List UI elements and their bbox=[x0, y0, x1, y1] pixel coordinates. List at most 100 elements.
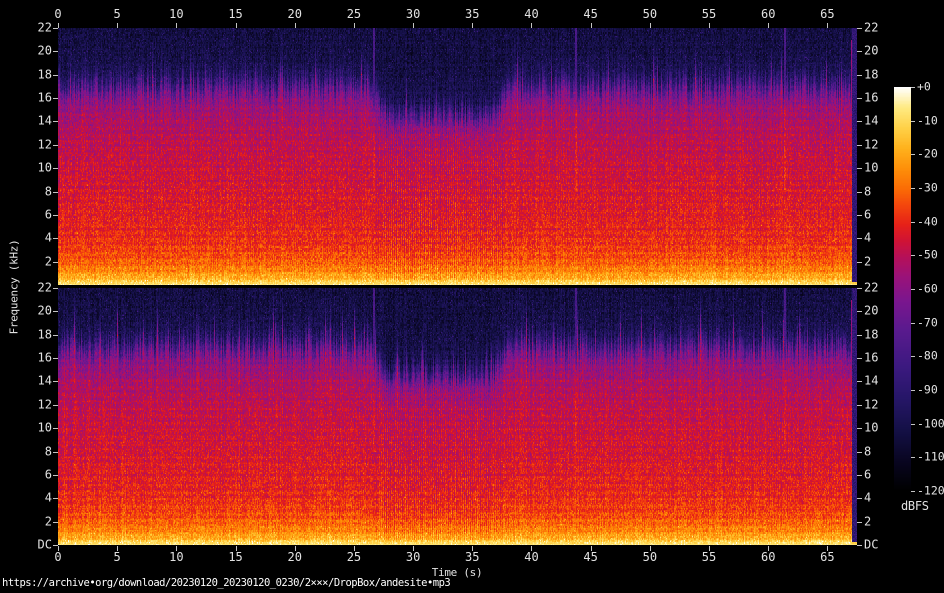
x-tick-label-bottom: 65 bbox=[820, 550, 835, 564]
x-tick-label-top: 5 bbox=[113, 7, 121, 21]
x-tick-mark-top bbox=[58, 23, 59, 28]
y-tick-label-left: 8 bbox=[44, 444, 52, 459]
y-tick-label-right: 10 bbox=[864, 160, 879, 175]
colorbar-tick-label: -30 bbox=[917, 180, 938, 195]
y-tick-mark-right bbox=[857, 451, 862, 453]
y-tick-label-left: 22 bbox=[37, 280, 52, 295]
colorbar-tick-mark bbox=[911, 255, 915, 257]
y-tick-label-right: 12 bbox=[864, 137, 879, 152]
x-tick-label-bottom: 60 bbox=[760, 550, 776, 564]
y-tick-mark-left bbox=[53, 474, 58, 476]
y-tick-label-left: 22 bbox=[37, 20, 52, 35]
x-tick-mark-bottom bbox=[472, 546, 474, 551]
y-tick-mark-right bbox=[857, 28, 862, 29]
colorbar-tick-label: -110 bbox=[917, 449, 944, 464]
y-tick-mark-left bbox=[53, 74, 58, 76]
y-tick-mark-left bbox=[53, 498, 58, 500]
y-tick-label-left: 16 bbox=[37, 90, 52, 105]
x-tick-label-bottom: 45 bbox=[583, 550, 598, 564]
y-tick-mark-right bbox=[857, 51, 862, 53]
x-tick-label-top: 50 bbox=[642, 7, 658, 21]
x-tick-label-bottom: 15 bbox=[228, 550, 243, 564]
y-tick-mark-left bbox=[53, 238, 58, 240]
colorbar-title: dBFS bbox=[901, 499, 929, 513]
y-tick-mark-left bbox=[53, 381, 58, 383]
y-tick-label-left: 18 bbox=[37, 327, 52, 342]
x-tick-label-top: 15 bbox=[228, 7, 243, 21]
x-tick-label-bottom: 25 bbox=[346, 550, 362, 564]
x-tick-label-top: 55 bbox=[701, 7, 717, 21]
y-tick-label-right: 22 bbox=[864, 20, 879, 35]
y-tick-mark-right bbox=[857, 358, 862, 360]
x-tick-mark-top bbox=[531, 23, 533, 28]
y-tick-label-right: 18 bbox=[864, 327, 879, 342]
x-tick-label-top: 20 bbox=[287, 7, 302, 21]
y-tick-mark-right bbox=[857, 311, 862, 313]
y-tick-mark-left bbox=[53, 168, 58, 170]
colorbar-tick-label: -40 bbox=[917, 214, 938, 229]
colorbar-tick-label: -60 bbox=[917, 281, 938, 296]
y-tick-label-left: 6 bbox=[44, 467, 52, 482]
x-tick-label-top: 45 bbox=[583, 7, 598, 21]
x-tick-label-top: 60 bbox=[760, 7, 776, 21]
y-tick-mark-left bbox=[53, 545, 58, 546]
colorbar-tick-mark bbox=[911, 154, 915, 156]
x-tick-mark-top bbox=[117, 23, 119, 28]
x-tick-label-bottom: 40 bbox=[524, 550, 539, 564]
y-tick-mark-right bbox=[857, 545, 862, 546]
y-tick-label-left: 4 bbox=[44, 230, 52, 245]
y-tick-mark-left bbox=[53, 451, 58, 453]
colorbar-tick-mark bbox=[911, 390, 915, 391]
colorbar bbox=[894, 87, 911, 491]
y-tick-label-right: 2 bbox=[864, 254, 872, 269]
x-tick-mark-bottom bbox=[235, 546, 237, 551]
x-tick-label-top: 30 bbox=[405, 7, 421, 21]
x-tick-mark-bottom bbox=[649, 546, 651, 551]
y-tick-mark-right bbox=[857, 214, 862, 216]
y-tick-mark-left bbox=[53, 358, 58, 360]
y-tick-mark-left bbox=[53, 121, 58, 123]
y-tick-mark-right bbox=[857, 474, 862, 476]
y-tick-mark-right bbox=[857, 144, 862, 146]
colorbar-tick-label: -120 bbox=[917, 483, 944, 498]
x-tick-mark-bottom bbox=[709, 546, 711, 551]
y-tick-label-left: 10 bbox=[37, 160, 52, 175]
colorbar-tick-mark bbox=[911, 87, 915, 88]
colorbar-tick-label: -20 bbox=[917, 146, 938, 161]
y-tick-label-left: 20 bbox=[37, 43, 52, 58]
y-tick-mark-left bbox=[53, 521, 58, 523]
x-tick-label-top: 65 bbox=[820, 7, 835, 21]
y-tick-mark-right bbox=[857, 288, 862, 289]
x-tick-label-top: 0 bbox=[54, 7, 62, 21]
y-tick-mark-left bbox=[53, 288, 58, 289]
y-tick-label-right: 18 bbox=[864, 67, 879, 82]
y-tick-label-right: 14 bbox=[864, 373, 879, 388]
y-tick-label-right: 4 bbox=[864, 490, 872, 505]
y-tick-mark-right bbox=[857, 74, 862, 76]
y-tick-label-left: 14 bbox=[37, 113, 52, 128]
y-tick-label-right: 16 bbox=[864, 90, 879, 105]
spectrogram-figure: 0 0 5 5 10 10 15 15 20 20 25 25 30 30 35 35 40 40 45 45 50 50… bbox=[0, 0, 944, 593]
x-tick-mark-bottom bbox=[117, 546, 119, 551]
colorbar-tick-mark bbox=[911, 289, 915, 290]
colorbar-tick-mark bbox=[911, 457, 915, 459]
y-tick-mark-right bbox=[857, 404, 862, 406]
x-tick-label-top: 25 bbox=[346, 7, 362, 21]
y-tick-label-left: 12 bbox=[37, 397, 52, 412]
y-tick-label-right: 22 bbox=[864, 280, 879, 295]
y-tick-mark-left bbox=[53, 261, 58, 263]
colorbar-tick-mark bbox=[911, 423, 915, 425]
x-tick-mark-top bbox=[294, 23, 296, 28]
y-tick-mark-right bbox=[857, 261, 862, 263]
y-tick-mark-right bbox=[857, 168, 862, 170]
x-tick-mark-top bbox=[768, 23, 770, 28]
source-url-text: https://archive•org/download/20230120_20… bbox=[2, 577, 451, 589]
x-tick-mark-bottom bbox=[531, 546, 533, 551]
x-tick-label-top: 40 bbox=[524, 7, 539, 21]
x-tick-mark-top bbox=[709, 23, 711, 28]
spectrogram-channel-1 bbox=[58, 28, 857, 285]
x-tick-mark-bottom bbox=[294, 546, 296, 551]
y-tick-label-right: 12 bbox=[864, 397, 879, 412]
spectrogram-channel-2 bbox=[58, 288, 857, 545]
x-tick-mark-top bbox=[472, 23, 474, 28]
